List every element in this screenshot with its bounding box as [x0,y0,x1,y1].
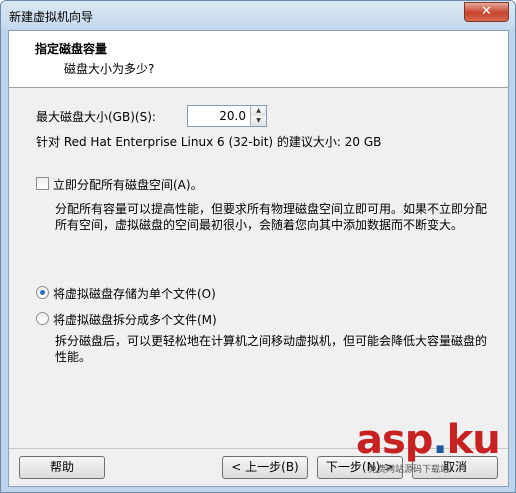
allocate-desc-line: 分配所有容量可以提高性能，但要求所有物理磁盘空间立即可用。如果不立即分配 [55,202,488,216]
allocate-description: 分配所有容量可以提高性能，但要求所有物理磁盘空间立即可用。如果不立即分配 所有空… [55,201,487,233]
multi-desc-line: 性能。 [55,350,92,364]
back-button[interactable]: < 上一步(B) [222,456,308,479]
max-disk-size-input[interactable]: 20.0 [219,109,246,123]
help-button[interactable]: 帮助 [19,456,105,479]
recommended-size-text: 针对 Red Hat Enterprise Linux 6 (32-bit) 的… [36,135,382,149]
spinner-buttons: ▲ ▼ [250,106,266,126]
allocate-now-label[interactable]: 立即分配所有磁盘空间(A)。 [53,176,203,193]
watermark-brand: asp.ku [356,417,501,463]
close-icon: ✕ [481,4,492,19]
single-file-radio[interactable] [36,286,49,299]
multiple-files-label[interactable]: 将虚拟磁盘拆分成多个文件(M) [53,311,217,328]
multiple-files-description: 拆分磁盘后，可以更轻松地在计算机之间移动虚拟机，但可能会降低大容量磁盘的 性能。 [55,333,487,365]
allocate-now-checkbox[interactable] [36,177,49,190]
title-bar[interactable]: 新建虚拟机向导 ✕ [1,1,515,29]
single-file-label[interactable]: 将虚拟磁盘存储为单个文件(O) [53,285,216,302]
allocate-desc-line: 所有空间，虚拟磁盘的空间最初很小，会随着您向其中添加数据而不断变大。 [55,218,464,232]
watermark-brand-dot: . [432,417,447,463]
max-disk-size-label: 最大磁盘大小(GB)(S): [36,110,156,124]
spin-down-arrow-icon[interactable]: ▼ [251,116,266,126]
multiple-files-radio[interactable] [36,312,49,325]
site-watermark-logo: asp.ku 免费网站源码下载站! [356,417,506,477]
watermark-brand-part: ku [446,417,501,463]
close-button[interactable]: ✕ [464,2,509,22]
watermark-brand-part: asp [356,417,433,463]
radio-selected-dot [40,290,45,295]
multi-desc-line: 拆分磁盘后，可以更轻松地在计算机之间移动虚拟机，但可能会降低大容量磁盘的 [55,334,488,348]
page-title: 指定磁盘容量 [35,42,108,56]
window-title: 新建虚拟机向导 [9,10,94,24]
max-disk-size-spinner[interactable]: 20.0 ▲ ▼ [187,105,267,127]
wizard-header: 指定磁盘容量 磁盘大小为多少? [9,31,508,88]
wizard-window: 新建虚拟机向导 ✕ 指定磁盘容量 磁盘大小为多少? 最大磁盘大小(GB)(S):… [0,0,516,493]
page-subtitle: 磁盘大小为多少? [64,62,155,76]
watermark-tagline: 免费网站源码下载站! [368,465,453,475]
